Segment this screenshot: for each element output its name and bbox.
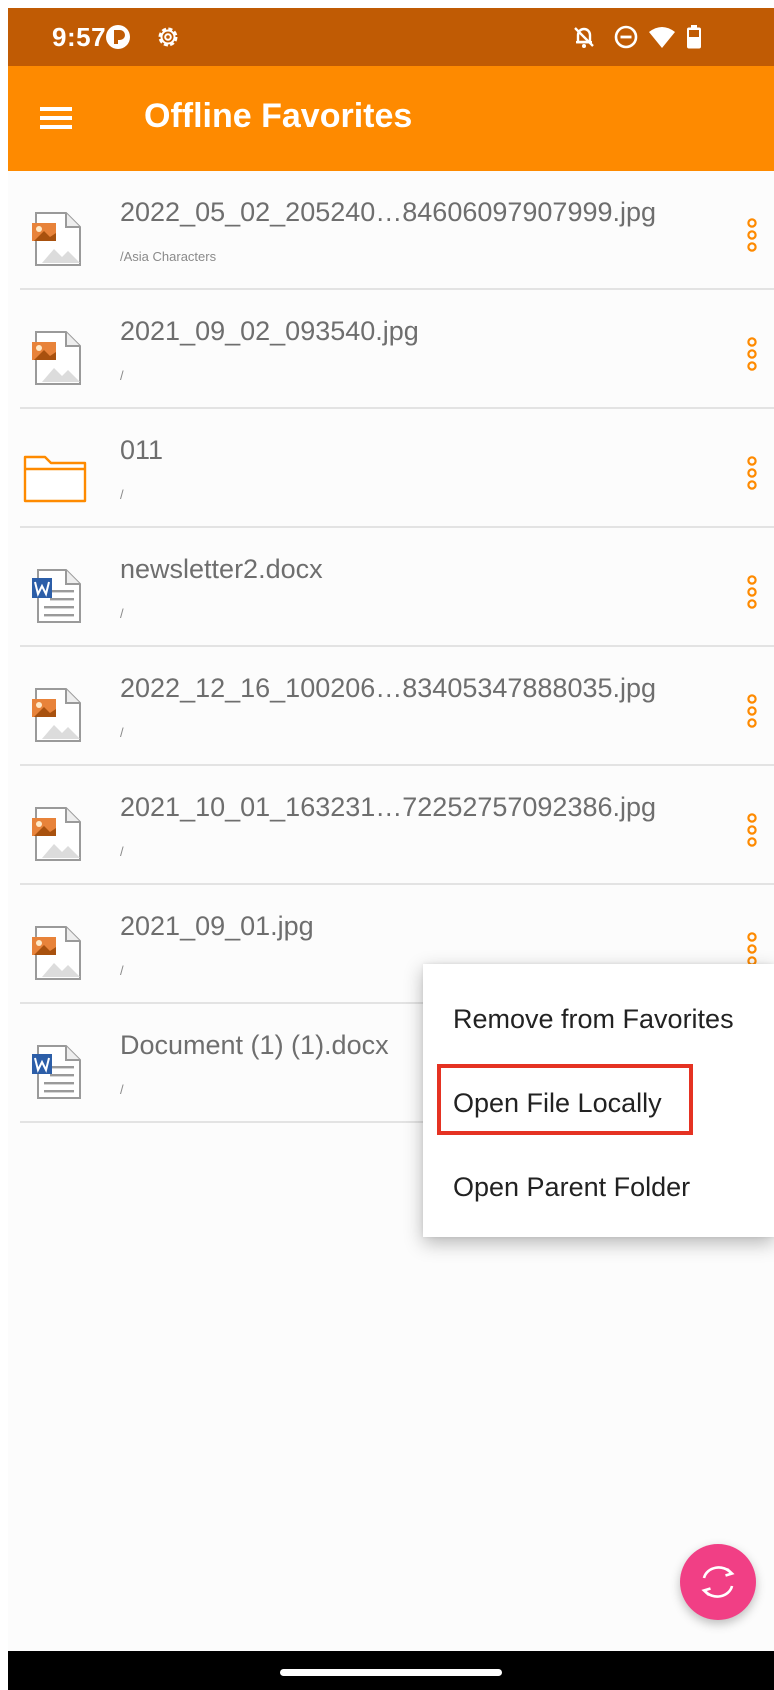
sync-icon xyxy=(701,1566,735,1598)
file-path: / xyxy=(120,487,124,502)
more-options-icon[interactable] xyxy=(738,334,766,374)
file-name: 2022_05_02_205240…84606097907999.jpg xyxy=(120,197,657,227)
list-item[interactable]: 2022_05_02_205240…84606097907999.jpg /As… xyxy=(20,171,774,290)
file-path: / xyxy=(120,606,124,621)
battery-icon xyxy=(687,25,701,49)
file-name: 2021_09_02_093540.jpg xyxy=(120,316,419,346)
list-item[interactable]: 2021_09_02_093540.jpg / xyxy=(20,290,774,409)
status-time: 9:57 xyxy=(52,22,107,52)
word-document-icon xyxy=(32,1045,81,1099)
menu-item-open-parent-folder[interactable]: Open Parent Folder xyxy=(453,1172,690,1203)
do-not-disturb-icon xyxy=(614,25,638,49)
hamburger-menu-icon[interactable] xyxy=(32,94,80,142)
file-name: 2021_10_01_163231…72252757092386.jpg xyxy=(120,792,657,822)
file-path: / xyxy=(120,963,124,978)
file-name: 011 xyxy=(120,435,164,465)
notifications-off-icon xyxy=(574,27,594,48)
sync-button[interactable] xyxy=(680,1544,756,1620)
file-name: Document (1) (1).docx xyxy=(120,1030,389,1060)
status-bar: 9:57 xyxy=(8,8,774,66)
home-gesture-handle[interactable] xyxy=(280,1669,502,1676)
more-options-icon[interactable] xyxy=(738,810,766,850)
more-options-icon[interactable] xyxy=(738,215,766,255)
folder-icon xyxy=(23,455,87,503)
list-item[interactable]: newsletter2.docx / xyxy=(20,528,774,647)
image-file-icon xyxy=(32,331,81,385)
image-file-icon xyxy=(32,807,81,861)
navigation-bar xyxy=(8,1651,774,1690)
menu-item-remove-from-favorites[interactable]: Remove from Favorites xyxy=(453,1004,734,1035)
screen: 9:57 Offline Favorites 2022_05_02_205240… xyxy=(8,8,774,1690)
more-options-icon[interactable] xyxy=(738,453,766,493)
file-path: / xyxy=(120,368,124,383)
file-path: / xyxy=(120,844,124,859)
file-name: newsletter2.docx xyxy=(120,554,323,584)
image-file-icon xyxy=(32,688,81,742)
file-path: /Asia Characters xyxy=(120,249,217,264)
wifi-icon xyxy=(649,27,675,48)
file-options-menu: Remove from Favorites Open File Locally … xyxy=(423,964,774,1237)
list-item[interactable]: 2021_10_01_163231…72252757092386.jpg / xyxy=(20,766,774,885)
menu-item-open-file-locally[interactable]: Open File Locally xyxy=(453,1088,662,1119)
app-bar: Offline Favorites xyxy=(8,66,774,171)
page-title: Offline Favorites xyxy=(144,97,413,135)
word-document-icon xyxy=(32,569,81,623)
more-options-icon[interactable] xyxy=(738,572,766,612)
more-options-icon[interactable] xyxy=(738,929,766,969)
list-item[interactable]: 011 / xyxy=(20,409,774,528)
settings-icon xyxy=(158,27,178,47)
file-path: / xyxy=(120,725,124,740)
file-name: 2022_12_16_100206…83405347888035.jpg xyxy=(120,673,657,703)
file-path: / xyxy=(120,1082,124,1097)
list-item[interactable]: 2022_12_16_100206…83405347888035.jpg / xyxy=(20,647,774,766)
file-name: 2021_09_01.jpg xyxy=(120,911,314,941)
image-file-icon xyxy=(32,212,81,266)
more-options-icon[interactable] xyxy=(738,691,766,731)
image-file-icon xyxy=(32,926,81,980)
app-notification-icon xyxy=(106,25,130,49)
